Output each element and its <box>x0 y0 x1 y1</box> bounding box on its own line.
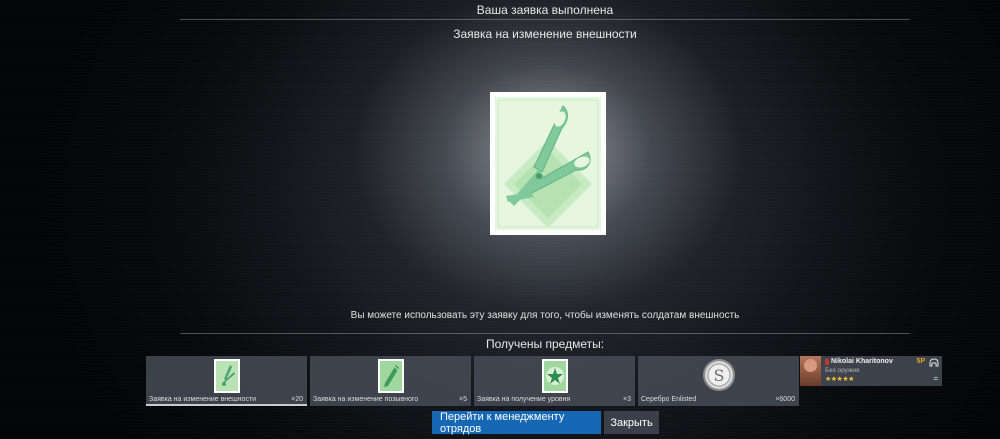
item-level-order[interactable]: Заявка на получение уровня ×3 <box>474 356 635 406</box>
reward-card <box>490 92 606 235</box>
item-appearance-order[interactable]: Заявка на изменение внешности ×20 <box>146 356 307 406</box>
item-callsign-order[interactable]: Заявка на изменение позывного ×5 <box>310 356 471 406</box>
item-name: Серебро Enlisted <box>641 396 697 403</box>
scissors-icon <box>213 359 240 393</box>
item-name: Заявка на изменение внешности <box>149 396 257 403</box>
soldier-sp-label: 5P <box>916 358 925 365</box>
item-count: ×6000 <box>775 396 795 403</box>
item-count: ×20 <box>291 396 303 403</box>
avatar <box>800 356 821 386</box>
close-button[interactable]: Закрыть <box>604 411 659 434</box>
item-silver[interactable]: S Серебро Enlisted ×6000 <box>638 356 799 406</box>
silver-coin-icon: S <box>702 359 735 391</box>
reward-description: Вы можете использовать эту заявку для то… <box>350 310 740 321</box>
action-buttons: Перейти к менеджменту отрядов Закрыть <box>432 411 659 435</box>
pencil-icon <box>377 359 404 393</box>
item-count: ×5 <box>459 396 467 403</box>
page-title: Ваша заявка выполнена <box>476 3 614 17</box>
received-items-label: Получены предметы: <box>485 337 605 351</box>
manage-squads-button[interactable]: Перейти к менеджменту отрядов <box>432 411 601 435</box>
divider-mid <box>180 333 910 334</box>
soldier-card[interactable]: Nikolai Kharitonov Без оружия ★★★★★ 5P = <box>800 356 942 386</box>
scissors-icon <box>490 92 606 235</box>
helmet-icon <box>929 358 939 367</box>
svg-text:S: S <box>713 366 724 385</box>
divider-top <box>180 19 910 20</box>
star-icon <box>541 359 568 393</box>
rank-icon <box>825 358 829 365</box>
soldier-weapon: Без оружия <box>825 367 860 374</box>
item-name: Заявка на получение уровня <box>477 396 571 403</box>
reward-title: Заявка на изменение внешности <box>453 27 637 41</box>
item-count: ×3 <box>623 396 631 403</box>
soldier-name: Nikolai Kharitonov <box>831 358 893 365</box>
soldier-stars: ★★★★★ <box>825 376 854 383</box>
received-items-list: Заявка на изменение внешности ×20 Заявка… <box>146 356 799 406</box>
equipment-icon: = <box>933 374 938 383</box>
item-name: Заявка на изменение позывного <box>313 396 419 403</box>
